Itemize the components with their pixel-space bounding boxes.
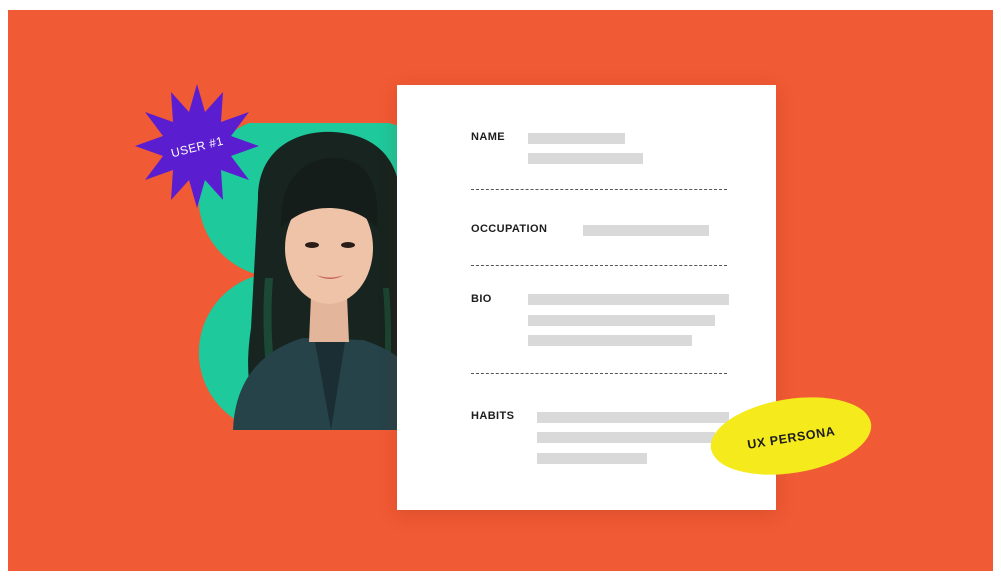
occupation-placeholder-line: [583, 225, 709, 236]
illustration-canvas: NAME OCCUPATION BIO HABITS USER #1 UX PE…: [8, 10, 993, 571]
name-placeholder-line: [528, 153, 643, 164]
habits-placeholder-line: [537, 412, 729, 423]
section-divider: [471, 189, 727, 190]
habits-label: HABITS: [471, 410, 515, 422]
oval-sticker: UX PERSONA: [710, 397, 872, 475]
name-label: NAME: [471, 131, 505, 143]
section-divider: [471, 373, 727, 374]
section-divider: [471, 265, 727, 266]
habits-placeholder-line: [537, 453, 647, 464]
bio-placeholder-line: [528, 294, 729, 305]
bio-placeholder-line: [528, 315, 715, 326]
starburst-badge: USER #1: [135, 84, 259, 208]
habits-placeholder-line: [537, 432, 715, 443]
bio-label: BIO: [471, 293, 492, 305]
occupation-label: OCCUPATION: [471, 223, 548, 235]
bio-placeholder-line: [528, 335, 692, 346]
name-placeholder-line: [528, 133, 625, 144]
